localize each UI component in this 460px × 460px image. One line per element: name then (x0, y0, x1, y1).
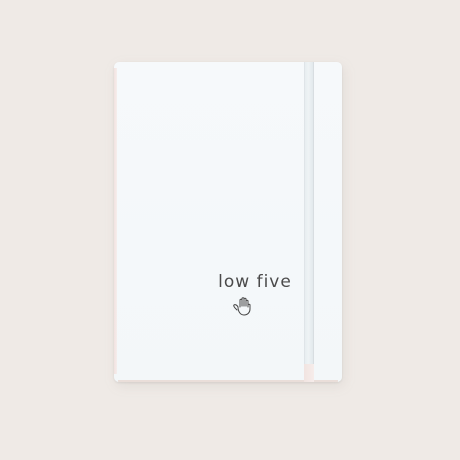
cover-brand-text: low five (218, 272, 292, 292)
notebook-page-edge (114, 68, 117, 374)
product-photo: low five (0, 0, 460, 460)
elastic-strap-end (304, 364, 314, 382)
elastic-strap (304, 62, 314, 382)
hand-icon (233, 297, 251, 316)
notebook: low five (114, 62, 342, 382)
